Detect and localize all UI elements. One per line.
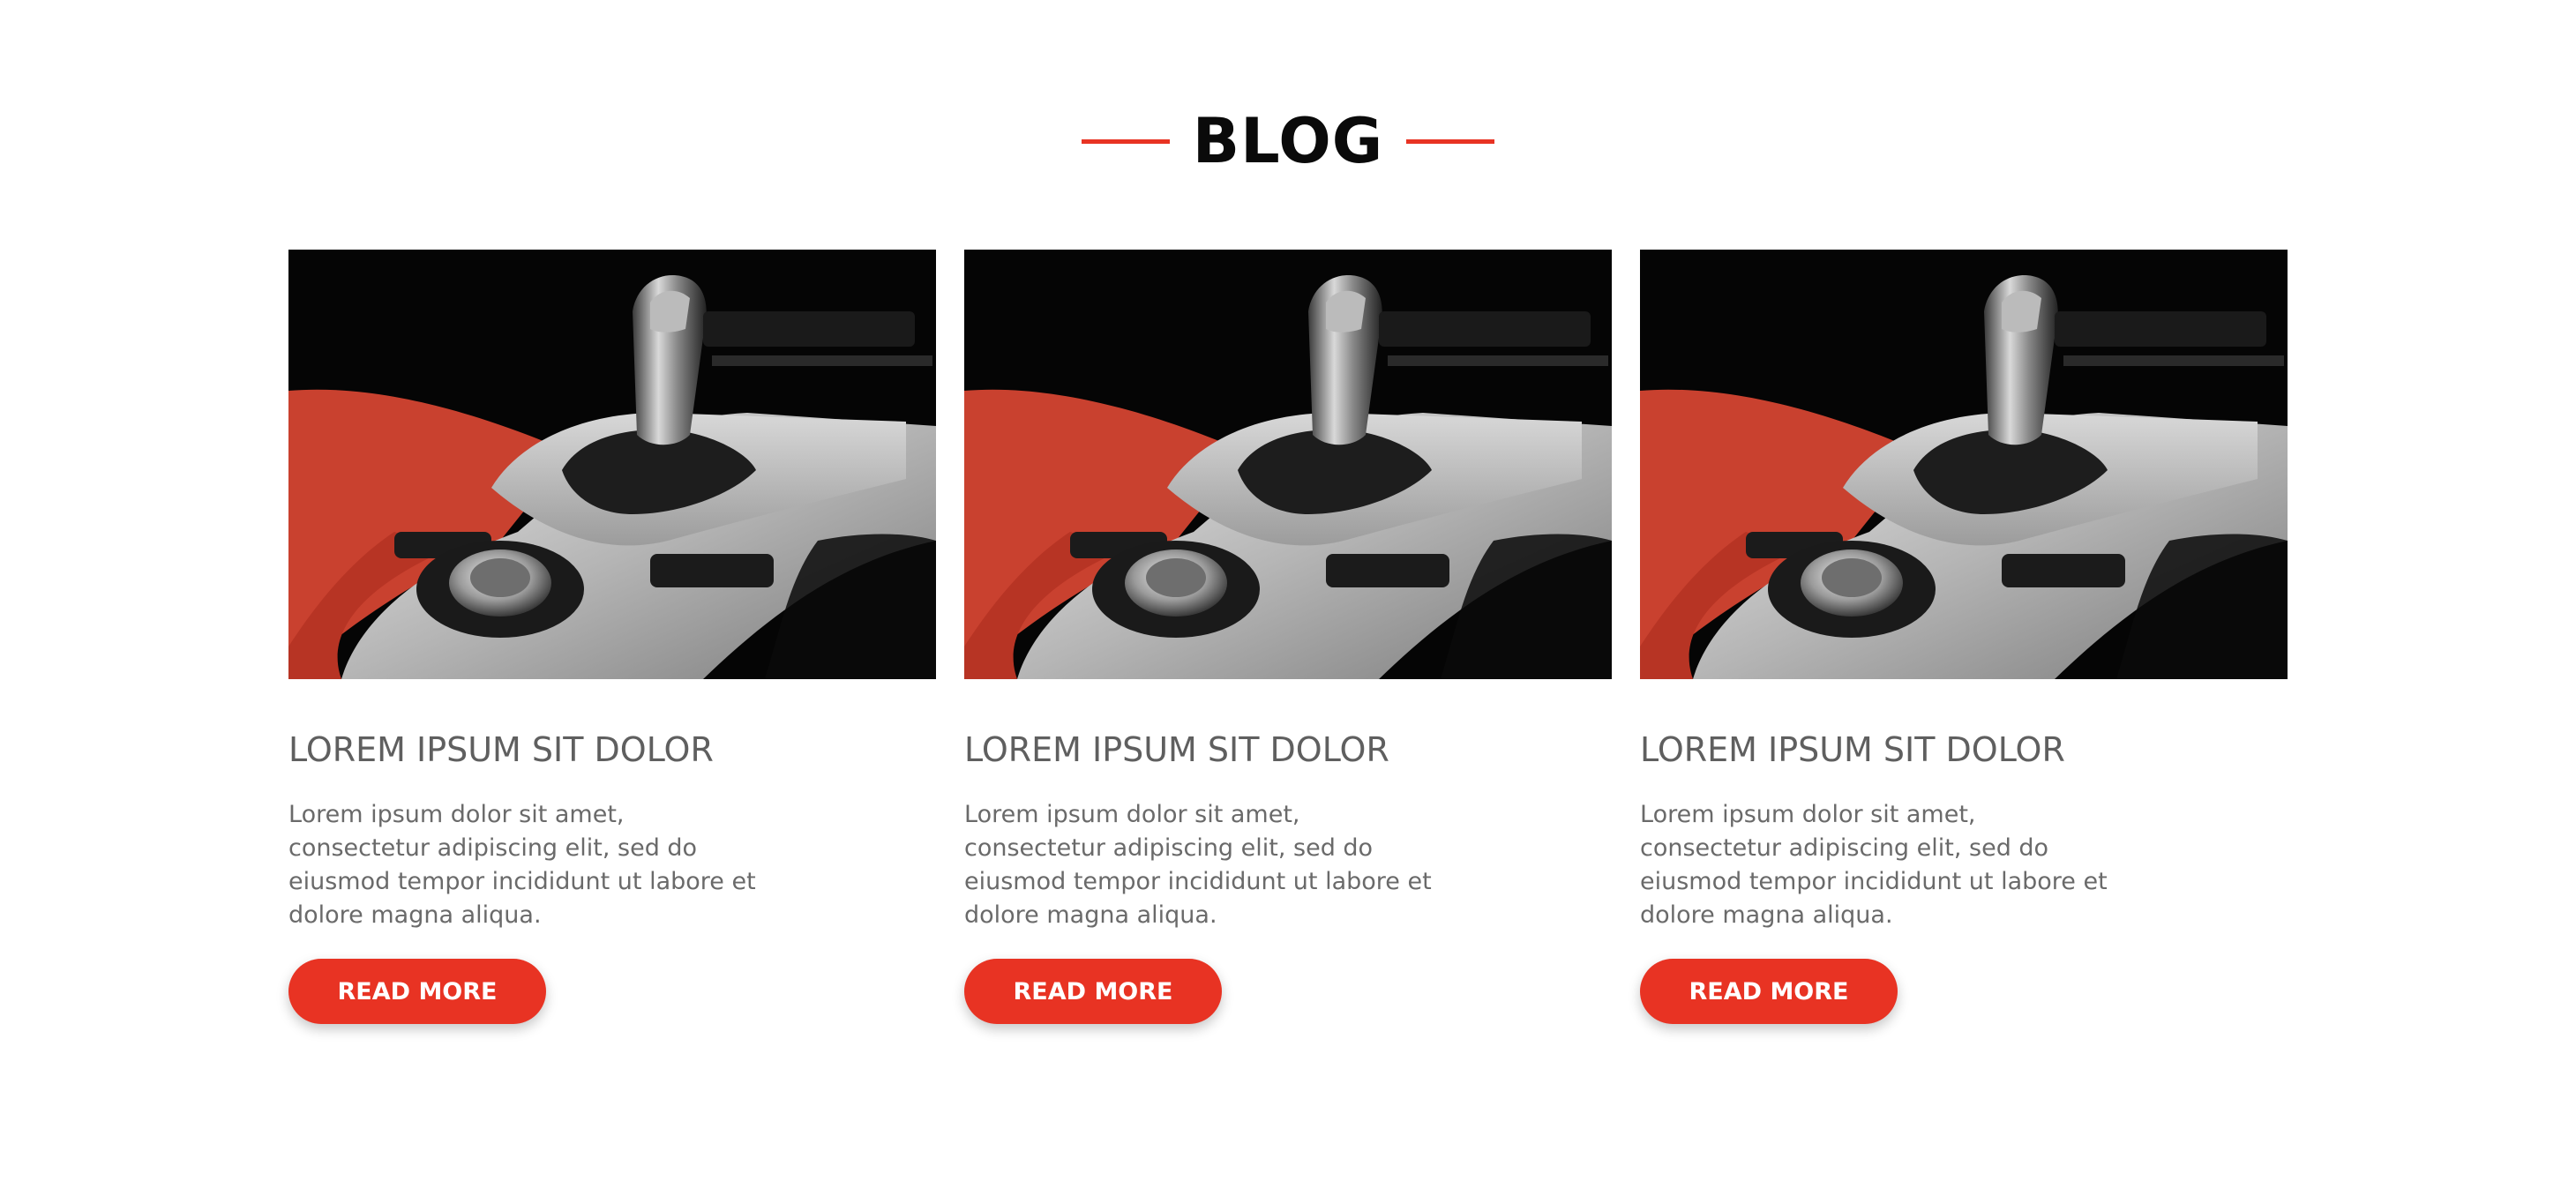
blog-card-image[interactable] [1640, 250, 2288, 679]
blog-card-title: LOREM IPSUM SIT DOLOR [288, 730, 714, 769]
title-right-line [1406, 138, 1495, 144]
blog-card-title: LOREM IPSUM SIT DOLOR [1640, 730, 2065, 769]
blog-card: LOREM IPSUM SIT DOLOR Lorem ipsum dolor … [288, 250, 936, 1024]
read-more-button[interactable]: READ MORE [964, 959, 1222, 1024]
section-header: BLOG [0, 97, 2576, 185]
title-left-line [1081, 138, 1170, 144]
blog-card-title: LOREM IPSUM SIT DOLOR [964, 730, 1389, 769]
blog-card-excerpt: Lorem ipsum dolor sit amet, consectetur … [1640, 801, 2108, 929]
blog-card-excerpt: Lorem ipsum dolor sit amet, consectetur … [964, 801, 1432, 929]
blog-card-excerpt: Lorem ipsum dolor sit amet, consectetur … [288, 801, 756, 929]
read-more-button[interactable]: READ MORE [1640, 959, 1898, 1024]
blog-card: LOREM IPSUM SIT DOLOR Lorem ipsum dolor … [964, 250, 1612, 1024]
blog-card-image[interactable] [288, 250, 936, 679]
read-more-button[interactable]: READ MORE [288, 959, 546, 1024]
blog-card-image[interactable] [964, 250, 1612, 679]
blog-card: LOREM IPSUM SIT DOLOR Lorem ipsum dolor … [1640, 250, 2288, 1024]
page-title: BLOG [1192, 105, 1384, 177]
blog-card-list: LOREM IPSUM SIT DOLOR Lorem ipsum dolor … [288, 250, 2288, 1024]
